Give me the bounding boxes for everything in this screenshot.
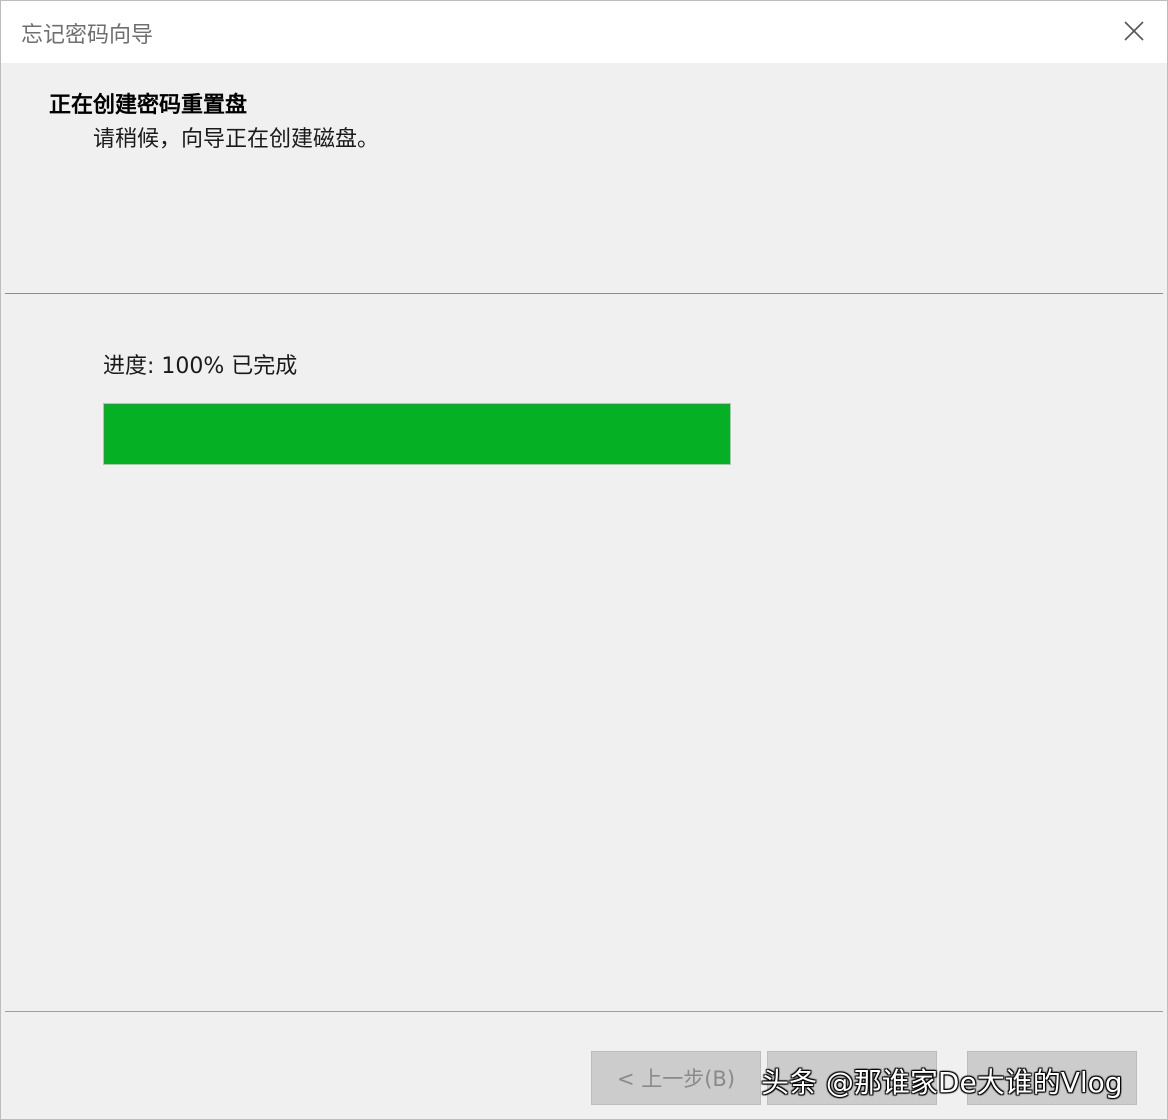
window-title: 忘记密码向导 bbox=[21, 23, 154, 48]
back-button[interactable]: < 上一步(B) bbox=[591, 1051, 761, 1105]
close-button[interactable] bbox=[1111, 9, 1157, 53]
page-subtitle: 请稍候，向导正在创建磁盘。 bbox=[93, 127, 380, 152]
wizard-header: 正在创建密码重置盘 请稍候，向导正在创建磁盘。 bbox=[5, 63, 1163, 294]
next-button[interactable] bbox=[767, 1051, 937, 1105]
close-icon bbox=[1124, 21, 1144, 41]
progress-label: 进度: 100% 已完成 bbox=[103, 354, 298, 379]
progress-bar-fill bbox=[104, 404, 730, 464]
cancel-button[interactable] bbox=[967, 1051, 1137, 1105]
progress-bar bbox=[103, 403, 731, 465]
title-bar: 忘记密码向导 bbox=[1, 1, 1167, 63]
footer-divider bbox=[5, 1011, 1163, 1012]
page-title: 正在创建密码重置盘 bbox=[49, 93, 248, 118]
wizard-window: 忘记密码向导 正在创建密码重置盘 请稍候，向导正在创建磁盘。 进度: 100% … bbox=[0, 0, 1168, 1120]
